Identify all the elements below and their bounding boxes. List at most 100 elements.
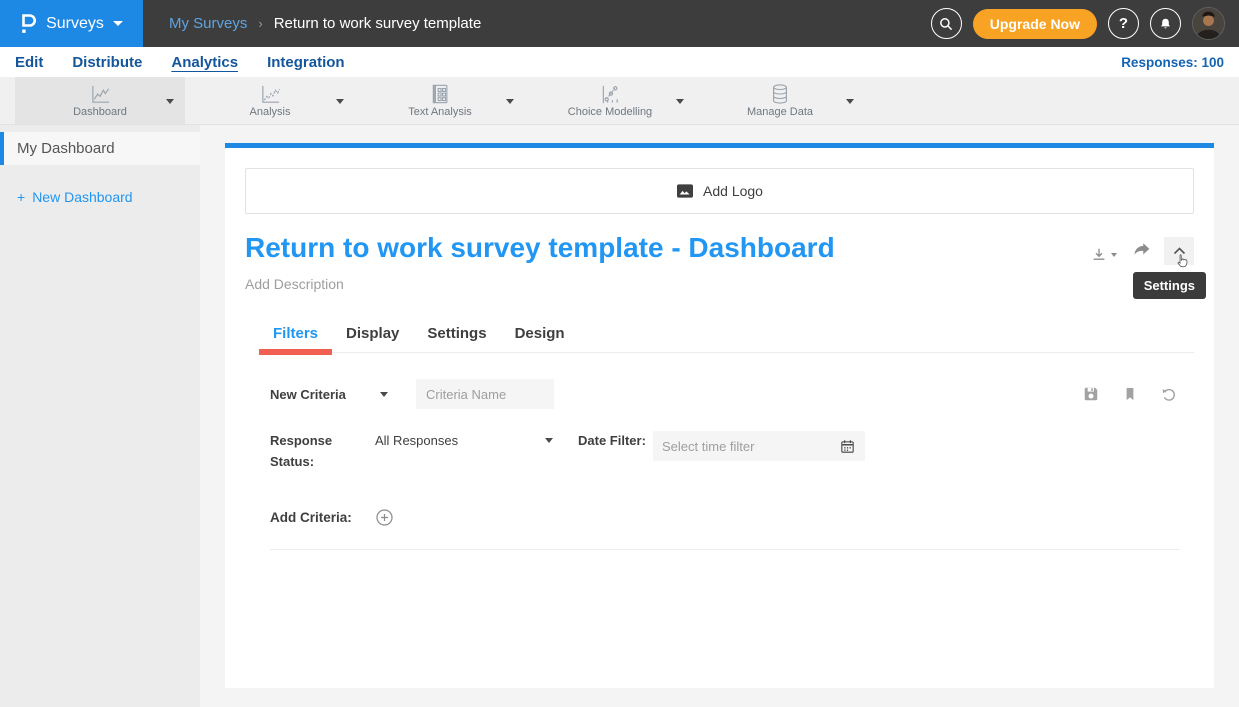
search-icon <box>938 16 954 32</box>
add-logo-label: Add Logo <box>703 183 763 199</box>
download-icon <box>1089 245 1109 265</box>
breadcrumb-separator: › <box>258 16 262 31</box>
tab-settings[interactable]: Settings <box>413 318 500 352</box>
chevron-down-icon <box>336 99 344 104</box>
sidebar-item-my-dashboard[interactable]: My Dashboard <box>0 132 200 165</box>
bookmark-criteria-button[interactable] <box>1119 383 1141 405</box>
product-switcher[interactable]: Surveys <box>0 0 143 47</box>
chevron-down-icon <box>166 99 174 104</box>
chevron-down-icon <box>846 99 854 104</box>
search-button[interactable] <box>931 8 962 39</box>
tab-design[interactable]: Design <box>501 318 579 352</box>
date-filter-label: Date Filter: <box>578 431 648 452</box>
collapse-settings-button[interactable]: Settings <box>1164 237 1194 265</box>
breadcrumb-current-survey: Return to work survey template <box>274 15 482 32</box>
toolbar-text-analysis-label: Text Analysis <box>408 106 472 118</box>
criteria-row: New Criteria <box>270 379 1180 409</box>
title-row: Return to work survey template - Dashboa… <box>245 232 1194 265</box>
chevron-down-icon <box>506 99 514 104</box>
breadcrumb: My Surveys › Return to work survey templ… <box>169 15 481 32</box>
title-actions: Settings <box>1088 237 1194 265</box>
analysis-chart-icon <box>259 84 282 105</box>
settings-tooltip: Settings <box>1133 272 1206 299</box>
top-bar: Surveys My Surveys › Return to work surv… <box>0 0 1239 47</box>
toolbar-dashboard-label: Dashboard <box>73 106 127 118</box>
criteria-select[interactable]: New Criteria <box>270 387 388 402</box>
share-button[interactable] <box>1126 237 1156 265</box>
nav-analytics[interactable]: Analytics <box>171 54 238 71</box>
add-criteria-row: Add Criteria: <box>270 507 1180 529</box>
response-status-value: All Responses <box>375 433 458 448</box>
criteria-select-value: New Criteria <box>270 387 346 402</box>
toolbar-analysis-label: Analysis <box>250 106 291 118</box>
breadcrumb-my-surveys[interactable]: My Surveys <box>169 15 247 32</box>
toolbar-text-analysis[interactable]: Text Analysis <box>355 77 525 124</box>
add-criteria-label: Add Criteria: <box>270 507 352 529</box>
responses-count[interactable]: Responses: 100 <box>1121 55 1224 70</box>
dashboard-sidebar: My Dashboard + New Dashboard <box>0 125 200 707</box>
toolbar-dashboard[interactable]: Dashboard <box>15 77 185 124</box>
chevron-down-icon <box>1111 253 1117 257</box>
reset-criteria-button[interactable] <box>1158 383 1180 405</box>
toolbar-analysis[interactable]: Analysis <box>185 77 355 124</box>
dashboard-tabs: Filters Display Settings Design <box>259 318 1194 353</box>
product-name: Surveys <box>46 15 104 33</box>
new-dashboard-button[interactable]: + New Dashboard <box>17 189 200 205</box>
criteria-name-input[interactable] <box>416 379 554 409</box>
add-description-button[interactable]: Add Description <box>245 276 1194 292</box>
calendar-icon <box>839 438 856 455</box>
question-mark-icon: ? <box>1119 15 1128 32</box>
share-forward-icon <box>1131 242 1152 260</box>
sidebar-item-label: My Dashboard <box>17 140 115 157</box>
survey-nav: Edit Distribute Analytics Integration Re… <box>0 47 1239 77</box>
notifications-button[interactable] <box>1150 8 1181 39</box>
refresh-icon <box>1159 384 1179 404</box>
tab-filters[interactable]: Filters <box>259 318 332 352</box>
analytics-toolbar: Dashboard Analysis Text Analysis <box>0 77 1239 125</box>
dashboard-card: Add Logo Return to work survey template … <box>225 143 1214 688</box>
toolbar-choice-modelling[interactable]: Choice Modelling <box>525 77 695 124</box>
workspace: My Dashboard + New Dashboard Add Logo Re… <box>0 125 1239 707</box>
download-button[interactable] <box>1088 237 1118 265</box>
chevron-down-icon <box>676 99 684 104</box>
topbar-main: My Surveys › Return to work survey templ… <box>143 0 1239 47</box>
section-divider <box>270 549 1180 550</box>
avatar[interactable] <box>1192 7 1225 40</box>
chevron-down-icon <box>545 438 553 443</box>
filters-panel: New Criteria <box>245 379 1194 529</box>
questionpro-logo-icon <box>20 13 37 35</box>
date-filter-field[interactable] <box>653 431 865 461</box>
database-icon <box>769 83 791 105</box>
add-logo-button[interactable]: Add Logo <box>245 168 1194 214</box>
bell-icon <box>1158 16 1173 32</box>
date-filter-input[interactable] <box>662 439 839 454</box>
save-criteria-button[interactable] <box>1080 383 1102 405</box>
nav-edit[interactable]: Edit <box>15 54 43 71</box>
toolbar-manage-data[interactable]: Manage Data <box>695 77 865 124</box>
response-status-label: Response Status: <box>270 431 350 473</box>
add-criteria-button[interactable] <box>374 507 396 529</box>
criteria-actions <box>1080 383 1180 405</box>
topbar-actions: Upgrade Now ? <box>931 7 1225 40</box>
help-button[interactable]: ? <box>1108 8 1139 39</box>
toolbar-manage-data-label: Manage Data <box>747 106 813 118</box>
chevron-down-icon <box>380 392 388 397</box>
plus-icon: + <box>17 189 25 205</box>
dashboard-content: Add Logo Return to work survey template … <box>200 125 1239 707</box>
image-icon <box>676 183 694 199</box>
chevron-down-icon <box>113 21 123 26</box>
response-status-select[interactable]: All Responses <box>375 433 553 448</box>
upgrade-now-button[interactable]: Upgrade Now <box>973 9 1097 39</box>
tab-display[interactable]: Display <box>332 318 413 352</box>
bookmark-icon <box>1121 384 1139 404</box>
plus-circle-icon <box>374 507 395 529</box>
nav-integration[interactable]: Integration <box>267 54 345 71</box>
page-title[interactable]: Return to work survey template - Dashboa… <box>245 232 835 264</box>
response-status-row: Response Status: All Responses Date Filt… <box>270 431 1180 473</box>
save-icon <box>1081 384 1101 404</box>
toolbar-choice-modelling-label: Choice Modelling <box>568 106 652 118</box>
new-dashboard-label: New Dashboard <box>32 189 132 205</box>
nav-distribute[interactable]: Distribute <box>72 54 142 71</box>
line-chart-icon <box>89 84 112 105</box>
scatter-chart-icon <box>599 84 622 105</box>
